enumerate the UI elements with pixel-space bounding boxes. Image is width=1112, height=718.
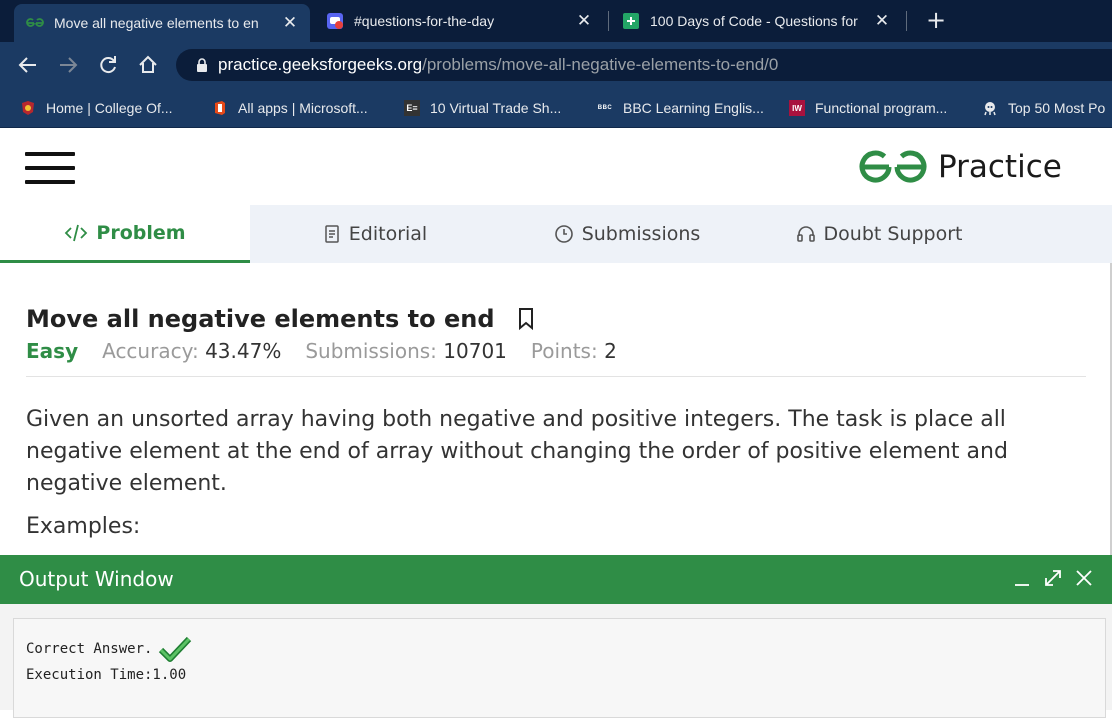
lock-icon <box>197 58 207 72</box>
bookmark-item[interactable]: IW Functional program... <box>789 96 947 120</box>
problem-title: Move all negative elements to end <box>26 305 495 333</box>
output-console: Correct Answer. Execution Time:1.00 <box>13 618 1106 718</box>
url-host: practice.geeksforgeeks.org <box>218 55 423 74</box>
browser-tab-active[interactable]: Move all negative elements to en ✕ <box>14 4 310 42</box>
code-icon <box>64 223 88 243</box>
browser-tab-strip: Move all negative elements to en ✕ #ques… <box>0 0 1112 42</box>
tab-editorial[interactable]: Editorial <box>250 205 500 263</box>
tab-title: 100 Days of Code - Questions for <box>650 13 858 29</box>
submissions-label: Submissions: <box>305 339 437 363</box>
tab-label: Editorial <box>348 223 428 245</box>
close-icon[interactable] <box>1073 567 1095 589</box>
accuracy-value: 43.47% <box>205 339 282 363</box>
browser-tab[interactable]: #questions-for-the-day ✕ <box>326 0 600 42</box>
bookmark-label: Functional program... <box>815 100 948 116</box>
bookmark-item[interactable]: E≡ 10 Virtual Trade Sh... <box>404 96 561 120</box>
forward-arrow-icon[interactable] <box>55 52 81 78</box>
problem-content: Move all negative elements to end Easy A… <box>0 263 1112 555</box>
tab-problem[interactable]: Problem <box>0 205 250 263</box>
problem-meta: Easy Accuracy: 43.47% Submissions: 10701… <box>26 339 641 363</box>
tab-label: Doubt Support <box>823 223 963 245</box>
sheets-icon <box>622 13 640 29</box>
logo-text: Practice <box>938 149 1062 185</box>
close-tab-icon[interactable]: ✕ <box>280 13 300 33</box>
iw-icon: IW <box>789 100 805 116</box>
bookmark-label: Top 50 Most Po <box>1008 100 1106 116</box>
problem-tabs: Problem Editorial Submissions Doubt Supp… <box>0 205 1112 263</box>
bookmark-label: BBC Learning Englis... <box>623 100 764 116</box>
tab-title: Move all negative elements to en <box>54 15 259 31</box>
tab-separator <box>906 11 907 31</box>
output-window-body: Correct Answer. Execution Time:1.00 <box>0 604 1112 718</box>
bookmark-item[interactable]: Top 50 Most Po <box>982 96 1105 120</box>
submissions-value: 10701 <box>443 339 507 363</box>
octocat-icon <box>982 100 998 116</box>
output-window-header: Output Window <box>0 555 1112 604</box>
site-header: Practice <box>0 129 1112 205</box>
document-icon <box>323 224 341 244</box>
bookmark-label: All apps | Microsoft... <box>238 100 368 116</box>
bookmark-label: 10 Virtual Trade Sh... <box>430 100 562 116</box>
bookmark-item[interactable]: BBC BBC Learning Englis... <box>597 96 764 120</box>
office-icon <box>212 100 228 116</box>
output-window-title: Output Window <box>19 567 174 591</box>
url-path: /problems/move-all-negative-elements-to-… <box>422 55 779 74</box>
address-bar[interactable]: practice.geeksforgeeks.org/problems/move… <box>176 49 1112 81</box>
url-text: practice.geeksforgeeks.org/problems/move… <box>218 55 778 75</box>
problem-description: Given an unsorted array having both nega… <box>26 407 1008 496</box>
college-icon <box>20 100 36 116</box>
bbc-icon: BBC <box>597 105 613 111</box>
browser-toolbar: practice.geeksforgeeks.org/problems/move… <box>0 42 1112 88</box>
new-tab-plus-icon[interactable]: + <box>924 8 948 32</box>
tab-title: #questions-for-the-day <box>354 13 495 29</box>
tab-separator <box>608 11 609 31</box>
tab-doubt-support[interactable]: Doubt Support <box>754 205 1004 263</box>
tab-label: Submissions <box>581 223 701 245</box>
points-label: Points: <box>530 339 598 363</box>
bookmark-item[interactable]: All apps | Microsoft... <box>212 96 368 120</box>
gfg-icon <box>26 15 44 31</box>
difficulty-badge: Easy <box>26 339 79 363</box>
discord-icon <box>326 13 344 29</box>
tab-label: Problem <box>96 221 186 244</box>
home-icon[interactable] <box>135 52 161 78</box>
back-arrow-icon[interactable] <box>15 52 41 78</box>
minimize-icon[interactable] <box>1011 567 1033 589</box>
bookmark-icon[interactable] <box>517 307 535 331</box>
result-line: Correct Answer. <box>26 635 192 663</box>
clock-icon <box>554 224 574 244</box>
close-tab-icon[interactable]: ✕ <box>574 11 594 31</box>
examples-heading: Examples: <box>26 514 141 539</box>
gfg-logo-icon <box>859 150 927 183</box>
headset-icon <box>796 224 816 244</box>
problem-title-row: Move all negative elements to end <box>26 305 535 333</box>
points-value: 2 <box>604 339 617 363</box>
tab-submissions[interactable]: Submissions <box>500 205 754 263</box>
bookmark-item[interactable]: Home | College Of... <box>20 96 173 120</box>
bookmarks-bar: Home | College Of... All apps | Microsof… <box>0 88 1112 128</box>
result-text: Correct Answer. <box>26 641 153 657</box>
green-checkmark-icon <box>159 636 192 662</box>
divider <box>26 376 1086 377</box>
maximize-icon[interactable] <box>1042 567 1064 589</box>
reload-icon[interactable] <box>95 52 121 78</box>
hamburger-menu-icon[interactable] <box>25 152 75 184</box>
e-icon: E≡ <box>404 100 420 116</box>
close-tab-icon[interactable]: ✕ <box>872 11 892 31</box>
gfg-practice-logo[interactable]: Practice <box>858 145 1062 189</box>
bookmark-label: Home | College Of... <box>46 100 173 116</box>
execution-time-text: Execution Time:1.00 <box>26 667 187 683</box>
accuracy-label: Accuracy: <box>102 339 199 363</box>
browser-tab[interactable]: 100 Days of Code - Questions for ✕ <box>622 0 898 42</box>
